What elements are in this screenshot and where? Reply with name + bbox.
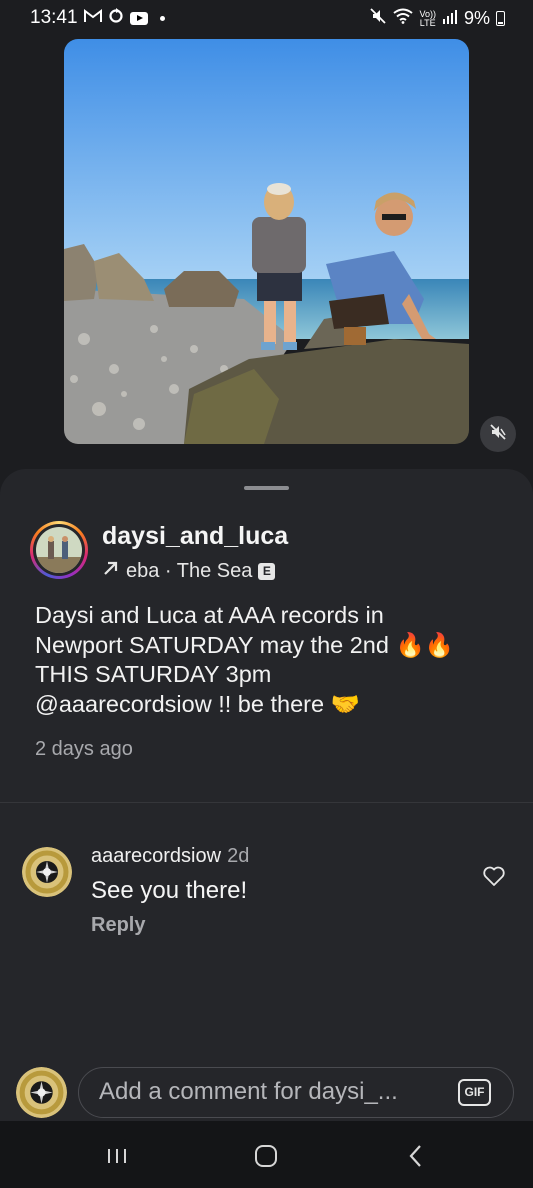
comment-input[interactable]: Add a comment for daysi_... GIF bbox=[78, 1067, 514, 1118]
music-info[interactable]: eba · The Sea E bbox=[102, 559, 276, 583]
sync-icon bbox=[108, 8, 124, 28]
lte-label: LTE bbox=[419, 17, 436, 28]
comment-text: See you there! bbox=[91, 877, 248, 904]
divider bbox=[0, 802, 533, 803]
caption-line: Daysi and Luca at AAA records in bbox=[35, 602, 384, 628]
status-right: Vo)) LTE 9% bbox=[369, 7, 505, 30]
youtube-icon bbox=[130, 11, 148, 25]
sheet-drag-handle[interactable] bbox=[244, 486, 289, 490]
recents-icon[interactable] bbox=[102, 1141, 132, 1171]
system-nav-bar bbox=[0, 1121, 533, 1188]
post-author-avatar[interactable] bbox=[30, 521, 88, 579]
status-bar: 13:41 Vo)) LTE 9% bbox=[0, 0, 533, 34]
post-time-ago: 2 days ago bbox=[35, 738, 133, 760]
post-photo[interactable] bbox=[64, 39, 469, 444]
more-notifications-dot bbox=[160, 15, 165, 21]
battery-percent: 9% bbox=[463, 8, 490, 28]
back-icon[interactable] bbox=[401, 1141, 431, 1171]
caption-line: THIS SATURDAY 3pm bbox=[35, 661, 272, 687]
battery-icon bbox=[496, 11, 505, 26]
reply-button[interactable]: Reply bbox=[91, 914, 145, 937]
notification-icons bbox=[84, 8, 165, 28]
comments-sheet: daysi_and_luca eba · The Sea E Daysi and… bbox=[0, 469, 533, 1121]
comment-username[interactable]: aaarecordsiow bbox=[91, 845, 221, 867]
post-username[interactable]: daysi_and_luca bbox=[102, 522, 288, 551]
post-caption: Daysi and Luca at AAA records in Newport… bbox=[35, 601, 505, 719]
comment-header: aaarecordsiow 2d bbox=[91, 845, 249, 868]
wifi-icon bbox=[393, 8, 414, 29]
caption-line[interactable]: @aaarecordsiow !! be there 🤝 bbox=[35, 690, 505, 720]
status-time: 13:41 bbox=[30, 7, 78, 28]
sound-off-button[interactable] bbox=[480, 416, 516, 452]
gmail-icon bbox=[84, 9, 102, 27]
mute-icon bbox=[369, 7, 387, 30]
comment-input-placeholder: Add a comment for daysi_... bbox=[99, 1078, 398, 1105]
my-avatar bbox=[16, 1067, 67, 1118]
explicit-badge: E bbox=[258, 562, 276, 580]
commenter-avatar[interactable] bbox=[22, 847, 72, 897]
instagram-post-view: 13:41 Vo)) LTE 9% daysi_and_luca eba · T… bbox=[0, 0, 533, 1188]
sound-off-icon bbox=[489, 423, 507, 446]
home-icon[interactable] bbox=[251, 1141, 281, 1171]
music-track: eba · The Sea bbox=[126, 559, 253, 582]
gif-button[interactable]: GIF bbox=[458, 1079, 491, 1106]
lte-indicator: Vo)) LTE bbox=[419, 9, 436, 28]
signal-icon bbox=[442, 8, 458, 29]
caption-line: Newport SATURDAY may the 2nd 🔥🔥 bbox=[35, 631, 454, 658]
comment-time: 2d bbox=[227, 845, 250, 867]
music-arrow-icon bbox=[102, 559, 120, 583]
heart-icon[interactable] bbox=[482, 864, 506, 888]
